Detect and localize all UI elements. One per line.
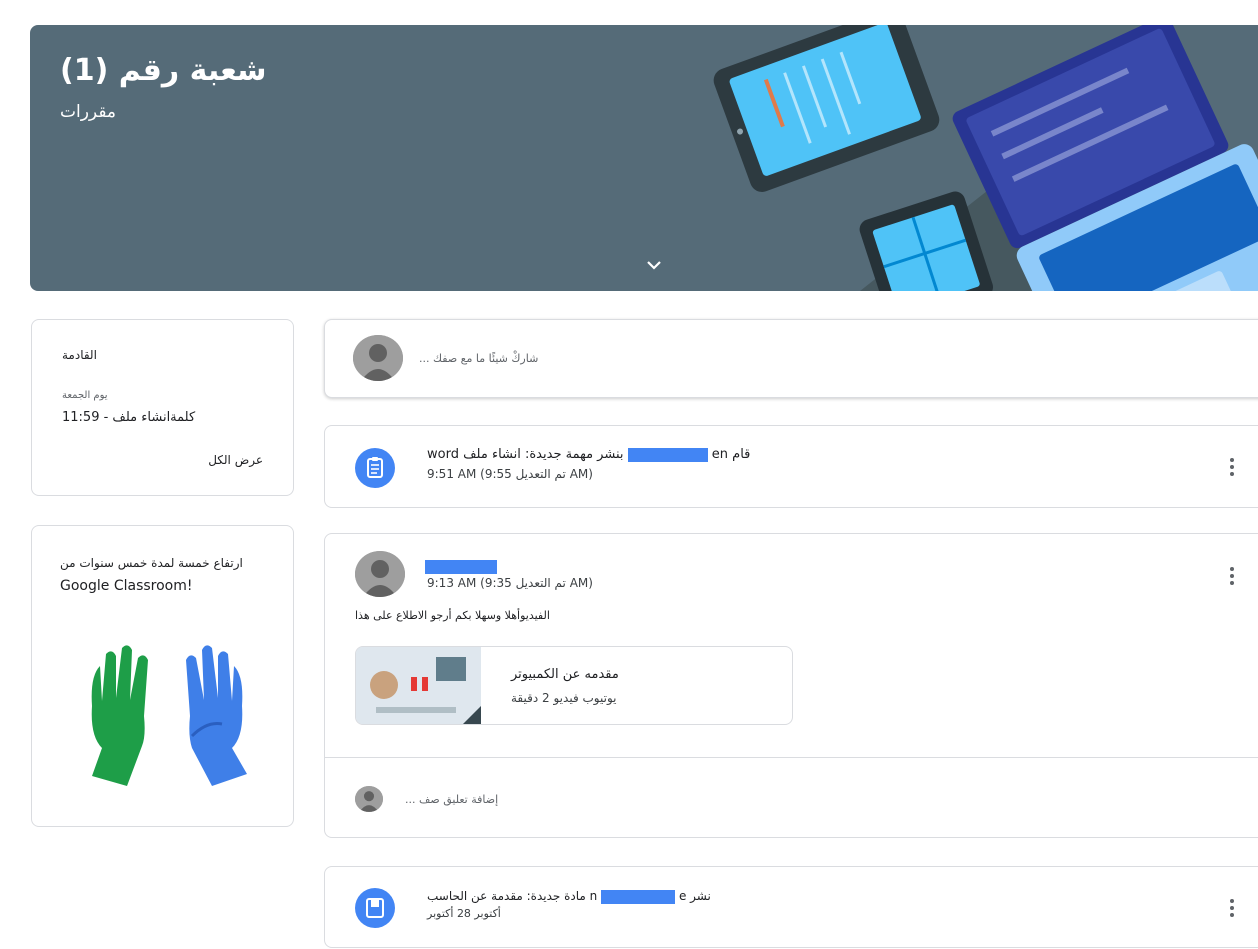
post-time: أكتوبر 28 أكتوبر [427,907,501,920]
more-vert-icon[interactable] [1229,566,1235,586]
post-title: word بنشر مهمة جديدة: انشاء ملف en قام [427,447,751,462]
upcoming-day: يوم الجمعة [62,390,108,401]
devices-illustration [713,25,1258,291]
chevron-down-icon[interactable] [642,253,666,277]
upcoming-heading: القادمة [62,348,97,362]
upcoming-item[interactable]: كلمةانشاء ملف - 11:59 [62,410,195,425]
attachment-title: مقدمه عن الكمبيوتر [511,667,619,682]
user-avatar-icon [353,335,403,381]
class-section: مقررات [60,102,117,122]
redacted-name [425,559,497,574]
more-vert-icon[interactable] [1229,457,1235,477]
class-title: شعبة رقم (1) [60,53,267,88]
more-vert-icon[interactable] [1229,898,1235,918]
redacted-name [627,447,708,462]
video-attachment[interactable]: مقدمه عن الكمبيوتر يوتيوب فيديو 2 دقيقة [355,646,793,725]
avatar [353,335,403,381]
upcoming-card: القادمة يوم الجمعة كلمةانشاء ملف - 11:59… [31,319,294,496]
user-avatar-icon [355,551,405,597]
avatar [355,786,383,812]
user-avatar-icon [355,786,383,812]
avatar [355,551,405,597]
class-banner: شعبة رقم (1) مقررات [30,25,1258,291]
redacted-name [601,889,676,904]
author-name [425,556,497,575]
material-icon [355,888,395,928]
stream-post-announcement: 9:13 AM (9:35 تم التعديل AM) الفيديوأهلا… [324,533,1258,838]
promo-brand: Google Classroom! [60,578,193,594]
video-thumbnail [356,647,481,724]
promo-card: ارتفاع خمسة لمدة خمس سنوات من Google Cla… [31,525,294,827]
post-time: 9:13 AM (9:35 تم التعديل AM) [427,576,593,590]
assignment-icon [355,448,395,488]
post-body: الفيديوأهلا وسهلا بكم أرجو الاطلاع على ه… [355,609,550,622]
post-time: 9:51 AM (9:55 تم التعديل AM) [427,467,593,481]
attachment-subtitle: يوتيوب فيديو 2 دقيقة [511,691,617,705]
high-five-hands-icon [91,645,247,786]
post-title: مادة جديدة: مقدمة عن الحاسب n e نشر [427,889,711,904]
share-placeholder[interactable]: ... شاركْ شيئًا ما مع صفك [419,352,538,365]
share-box[interactable]: ... شاركْ شيئًا ما مع صفك [324,319,1258,398]
comment-input[interactable]: ... إضافة تعليق صف [405,793,498,806]
view-all-link[interactable]: عرض الكل [208,453,263,467]
stream-post-assignment[interactable]: word بنشر مهمة جديدة: انشاء ملف en قام 9… [324,425,1258,508]
promo-text: ارتفاع خمسة لمدة خمس سنوات من [60,556,243,570]
divider [325,757,1258,758]
stream-post-material[interactable]: مادة جديدة: مقدمة عن الحاسب n e نشر أكتو… [324,866,1258,948]
